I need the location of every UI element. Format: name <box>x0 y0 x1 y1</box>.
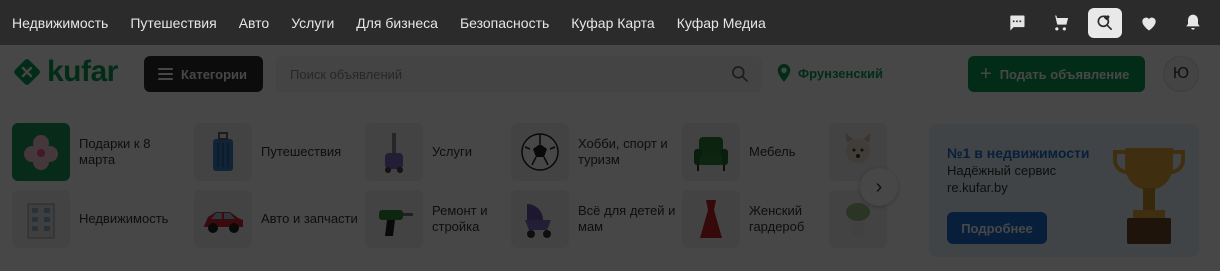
location-pin-icon <box>777 64 791 82</box>
gift-flower-icon <box>12 123 70 181</box>
topnav-link-map[interactable]: Куфар Карта <box>571 15 654 31</box>
category-repair[interactable]: Ремонт и стройка <box>365 190 532 248</box>
dress-icon <box>682 190 740 248</box>
armchair-icon <box>682 123 740 181</box>
football-icon <box>511 123 569 181</box>
topnav-link-services[interactable]: Услуги <box>291 15 334 31</box>
location-label: Фрунзенский <box>798 65 884 81</box>
topbar-icons <box>1000 0 1220 45</box>
category-kids[interactable]: Всё для детей и мам <box>511 190 678 248</box>
promo-title: №1 в недвижимости <box>947 145 1090 161</box>
car-icon <box>194 190 252 248</box>
menu-icon <box>158 68 173 80</box>
promo-details-button[interactable]: Подробнее <box>947 212 1047 244</box>
chevron-right-icon: › <box>875 175 883 198</box>
category-gifts[interactable]: Подарки к 8 марта <box>12 123 179 181</box>
kufar-logo-icon <box>14 59 40 85</box>
search-heart-icon[interactable] <box>1088 7 1122 38</box>
category-label: Хобби, спорт и туризм <box>578 136 668 167</box>
category-label: Всё для детей и мам <box>578 203 676 234</box>
cart-icon[interactable] <box>1044 8 1078 38</box>
topnav-link-realty[interactable]: Недвижимость <box>12 15 108 31</box>
logo-text: kufar <box>47 55 118 88</box>
topnav-link-business[interactable]: Для бизнеса <box>356 15 438 31</box>
drill-icon <box>365 190 423 248</box>
suitcase-icon <box>194 123 252 181</box>
category-womens-wardrobe[interactable]: Женский гардероб <box>682 190 849 248</box>
category-services[interactable]: Услуги <box>365 123 532 181</box>
kufar-logo[interactable]: kufar <box>12 57 118 87</box>
category-realty[interactable]: Недвижимость <box>12 190 179 248</box>
search-bar <box>276 56 762 92</box>
topnav-link-auto[interactable]: Авто <box>239 15 270 31</box>
categories-button[interactable]: Категории <box>144 56 263 92</box>
topnav-link-travel[interactable]: Путешествия <box>130 15 216 31</box>
category-travel[interactable]: Путешествия <box>194 123 361 181</box>
category-label: Подарки к 8 марта <box>79 136 151 167</box>
promo-line-1: Надёжный сервис <box>947 163 1057 178</box>
category-label: Путешествия <box>261 144 342 159</box>
main-header: kufar Категории Фрунзенский + Подать объ… <box>0 45 1220 107</box>
search-input[interactable] <box>276 56 716 92</box>
realty-promo-banner[interactable]: №1 в недвижимости Надёжный сервис re.kuf… <box>929 124 1199 257</box>
vacuum-icon <box>365 123 423 181</box>
plus-icon: + <box>980 63 992 85</box>
location-selector[interactable]: Фрунзенский <box>776 64 883 82</box>
promo-line-2: re.kufar.by <box>947 180 1008 195</box>
building-icon <box>12 190 70 248</box>
topnav-link-media[interactable]: Куфар Медиа <box>677 15 766 31</box>
topnav-link-security[interactable]: Безопасность <box>460 15 549 31</box>
category-hobby[interactable]: Хобби, спорт и туризм <box>511 123 678 181</box>
category-auto[interactable]: Авто и запчасти <box>194 190 361 248</box>
category-label: Недвижимость <box>79 211 169 226</box>
heart-icon[interactable] <box>1132 8 1166 38</box>
categories-label: Категории <box>181 66 248 82</box>
carousel-next-button[interactable]: › <box>860 168 898 206</box>
category-carousel: Подарки к 8 марта Путешествия Услуги Хоб… <box>12 123 912 253</box>
top-navigation-bar: Недвижимость Путешествия Авто Услуги Для… <box>0 0 1220 45</box>
chat-icon[interactable] <box>1000 8 1034 38</box>
category-furniture[interactable]: Мебель <box>682 123 849 181</box>
top-links: Недвижимость Путешествия Авто Услуги Для… <box>0 15 788 31</box>
avatar[interactable]: Ю <box>1163 56 1199 92</box>
trophy-icon <box>1113 148 1185 244</box>
stroller-icon <box>511 190 569 248</box>
search-icon[interactable] <box>730 64 750 84</box>
category-label: Авто и запчасти <box>261 211 358 226</box>
bell-icon[interactable] <box>1176 8 1210 38</box>
post-ad-button[interactable]: + Подать объявление <box>968 56 1145 92</box>
post-ad-label: Подать объявление <box>999 66 1130 82</box>
